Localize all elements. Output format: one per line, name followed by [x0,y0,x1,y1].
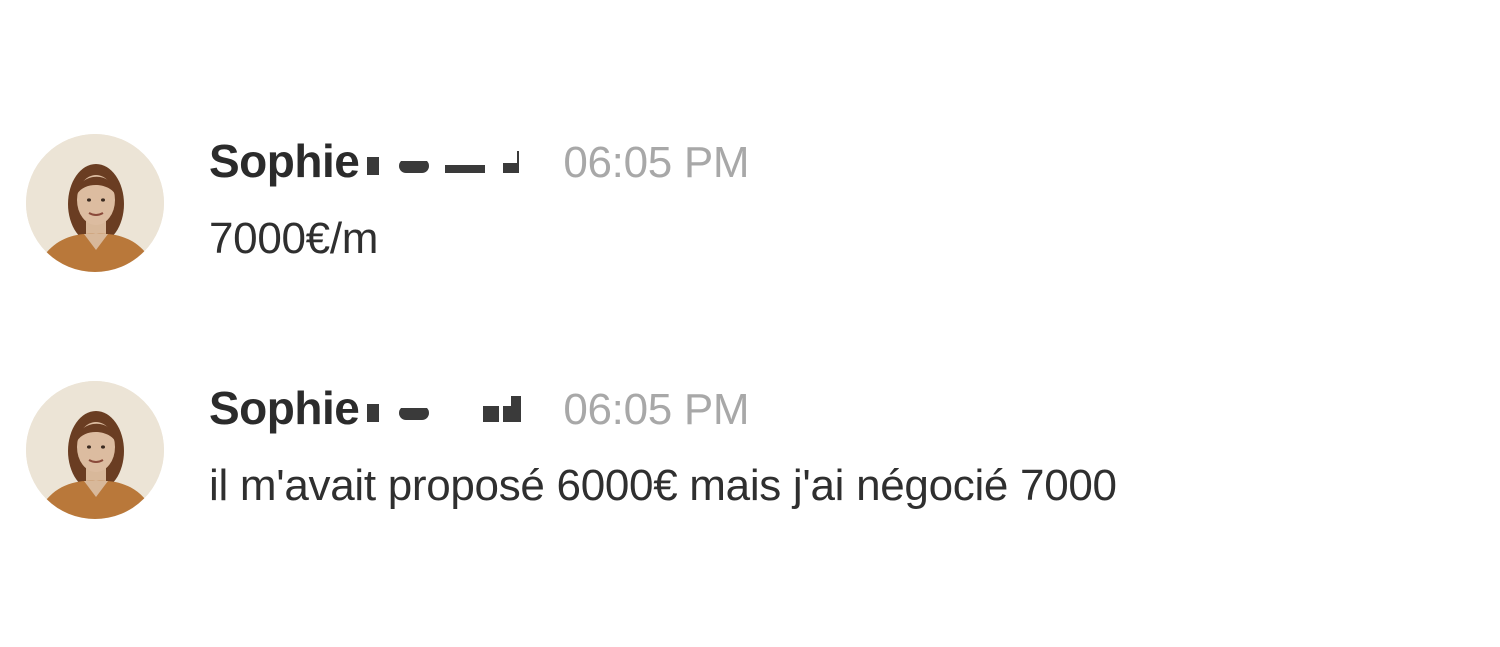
message-text: il m'avait proposé 6000€ mais j'ai négoc… [209,461,1117,510]
chat-message: Sophie 06:05 PM il m'avait proposé 6000€… [26,381,1466,521]
timestamp: 06:05 PM [563,138,750,187]
avatar[interactable] [26,134,164,272]
author-name[interactable]: Sophie [209,381,360,435]
author-name[interactable]: Sophie [209,134,360,188]
user-avatar-photo-icon [26,134,164,272]
message-header: Sophie 06:05 PM [209,381,750,437]
chat-message: Sophie 06:05 PM 7000€/m [26,134,1466,274]
avatar[interactable] [26,381,164,519]
message-header: Sophie 06:05 PM [209,134,750,190]
message-text: 7000€/m [209,214,379,263]
redacted-surname [363,141,533,181]
redacted-surname [363,388,533,428]
timestamp: 06:05 PM [563,385,750,434]
user-avatar-photo-icon [26,381,164,519]
